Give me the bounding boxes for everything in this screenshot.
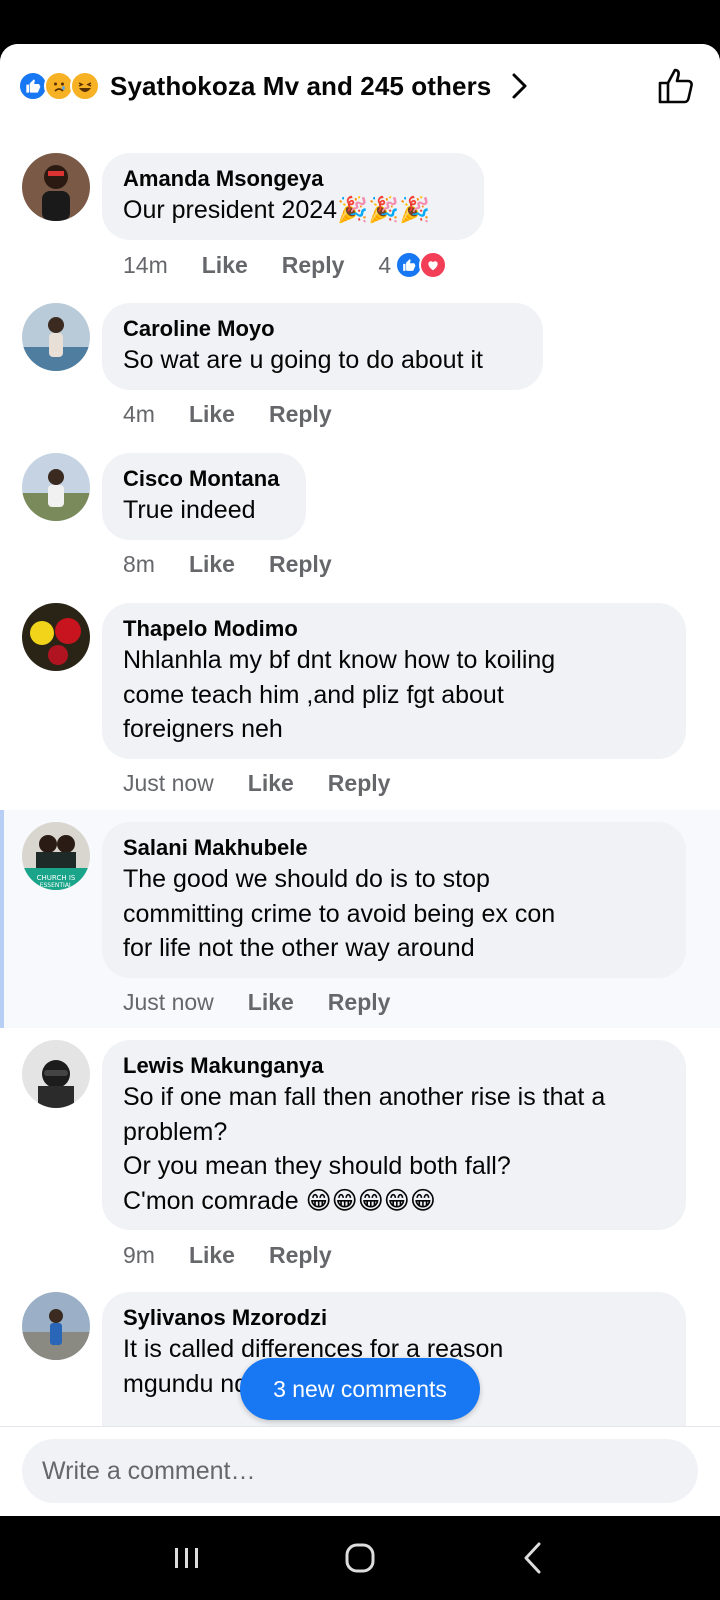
comment-actions: 14m Like Reply 4 — [123, 251, 448, 279]
like-button[interactable]: Like — [248, 989, 294, 1016]
comments-sheet: Syathokoza Mv and 245 others Amanda Mson… — [0, 44, 720, 1516]
like-button[interactable]: Like — [202, 252, 248, 279]
commenter-name[interactable]: Lewis Makunganya — [123, 1052, 666, 1080]
commenter-name[interactable]: Sylivanos Mzorodzi — [123, 1304, 666, 1332]
reply-button[interactable]: Reply — [269, 551, 332, 578]
comment-text: Our president 2024🎉🎉🎉 — [123, 196, 431, 224]
comment-bubble[interactable]: Salani Makhubele The good we should do i… — [102, 822, 686, 978]
like-button[interactable]: Like — [248, 770, 294, 797]
reaction-count[interactable]: 4 — [378, 251, 448, 279]
comment-actions: 9m Like Reply — [123, 1242, 332, 1269]
svg-text:CHURCH IS: CHURCH IS — [37, 874, 76, 882]
like-button[interactable]: Like — [189, 551, 235, 578]
reply-button[interactable]: Reply — [269, 1242, 332, 1269]
comment-time: 9m — [123, 1242, 155, 1268]
comment-text: Nhlanhla my bf dnt know how to koiling c… — [123, 646, 556, 743]
svg-text:ESSENTIAL: ESSENTIAL — [40, 882, 73, 889]
reaction-icons — [18, 71, 100, 101]
haha-icon — [70, 71, 100, 101]
comment-text: So if one man fall then another rise is … — [123, 1083, 606, 1215]
comment-text: So wat are u going to do about it — [123, 346, 483, 374]
comment-actions: Just now Like Reply — [123, 989, 390, 1016]
comment-time: Just now — [123, 770, 214, 796]
commenter-name[interactable]: Cisco Montana — [123, 465, 286, 493]
reaction-count-value: 4 — [378, 251, 392, 278]
avatar[interactable] — [22, 1040, 90, 1108]
commenter-name[interactable]: Caroline Moyo — [123, 315, 523, 343]
comment-bubble[interactable]: Caroline Moyo So wat are u going to do a… — [102, 303, 543, 390]
comment-item: Caroline Moyo So wat are u going to do a… — [0, 303, 720, 453]
chevron-right-icon[interactable] — [509, 73, 531, 99]
comment-bubble[interactable]: Amanda Msongeya Our president 2024🎉🎉🎉 — [102, 153, 484, 240]
comment-actions: Just now Like Reply — [123, 770, 390, 797]
comments-list: Amanda Msongeya Our president 2024🎉🎉🎉 14… — [0, 128, 720, 1470]
reply-button[interactable]: Reply — [328, 989, 391, 1016]
comment-item: Cisco Montana True indeed 8m Like Reply — [0, 453, 720, 603]
new-comments-button[interactable]: 3 new comments — [240, 1358, 480, 1420]
reply-button[interactable]: Reply — [328, 770, 391, 797]
comment-actions: 4m Like Reply — [123, 401, 332, 428]
home-icon[interactable] — [330, 1528, 390, 1588]
comment-item: Lewis Makunganya So if one man fall then… — [0, 1040, 720, 1285]
comment-time: 4m — [123, 401, 155, 427]
love-icon — [419, 251, 448, 279]
comment-item: Thapelo Modimo Nhlanhla my bf dnt know h… — [0, 603, 720, 813]
comment-time: Just now — [123, 989, 214, 1015]
comment-item: Amanda Msongeya Our president 2024🎉🎉🎉 14… — [0, 153, 720, 303]
comment-time: 8m — [123, 551, 155, 577]
avatar[interactable] — [22, 153, 90, 221]
avatar[interactable] — [22, 303, 90, 371]
like-button[interactable]: Like — [189, 401, 235, 428]
reactions-summary[interactable]: Syathokoza Mv and 245 others — [0, 44, 720, 128]
comment-text: The good we should do is to stop committ… — [123, 865, 556, 962]
commenter-name[interactable]: Salani Makhubele — [123, 834, 666, 862]
avatar[interactable] — [22, 603, 90, 671]
comment-text: True indeed — [123, 496, 256, 524]
avatar[interactable] — [22, 1292, 90, 1360]
reactions-summary-text: Syathokoza Mv and 245 others — [110, 70, 492, 101]
avatar[interactable] — [22, 453, 90, 521]
commenter-name[interactable]: Thapelo Modimo — [123, 615, 666, 643]
reply-button[interactable]: Reply — [282, 252, 345, 279]
comment-item-highlighted: CHURCH IS ESSENTIAL Salani Makhubele The … — [0, 810, 720, 1028]
commenter-name[interactable]: Amanda Msongeya — [123, 165, 464, 193]
comment-input[interactable]: Write a comment… — [22, 1439, 698, 1503]
back-icon[interactable] — [503, 1528, 563, 1588]
comment-time: 14m — [123, 251, 168, 278]
comment-bubble[interactable]: Thapelo Modimo Nhlanhla my bf dnt know h… — [102, 603, 686, 759]
status-bar — [0, 0, 720, 44]
comment-composer: Write a comment… — [0, 1426, 720, 1516]
system-navigation-bar — [0, 1516, 720, 1600]
thumbs-up-icon[interactable] — [656, 66, 696, 106]
comment-actions: 8m Like Reply — [123, 551, 332, 578]
recent-apps-icon[interactable] — [157, 1528, 217, 1588]
avatar[interactable]: CHURCH IS ESSENTIAL — [22, 822, 90, 890]
reply-button[interactable]: Reply — [269, 401, 332, 428]
comment-bubble[interactable]: Cisco Montana True indeed — [102, 453, 306, 540]
like-button[interactable]: Like — [189, 1242, 235, 1269]
comment-bubble[interactable]: Lewis Makunganya So if one man fall then… — [102, 1040, 686, 1230]
